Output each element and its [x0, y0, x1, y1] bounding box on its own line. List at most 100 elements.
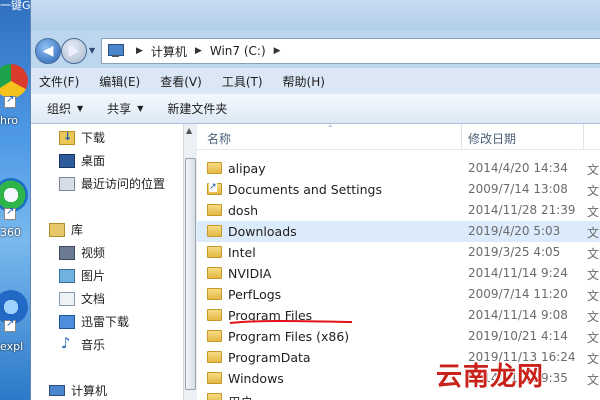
nav-label: 下载 — [81, 131, 106, 145]
file-type: 文 — [587, 373, 600, 387]
file-type: 文 — [587, 163, 600, 177]
documents-icon — [59, 291, 75, 306]
column-header-modified[interactable]: 修改日期 — [468, 130, 516, 147]
shortcut-arrow-icon — [4, 318, 16, 332]
file-name: PerfLogs — [228, 287, 282, 302]
folder-icon — [207, 309, 222, 321]
menu-help[interactable]: 帮助(H) — [283, 73, 325, 90]
breadcrumb-drive-c[interactable]: Win7 (C:) — [210, 44, 266, 58]
dropdown-arrow-icon: ▼ — [137, 104, 144, 113]
nav-item-computer[interactable]: 计算机 — [49, 382, 107, 399]
red-underline-annotation — [229, 320, 353, 324]
nav-item-documents[interactable]: 文档 — [59, 290, 105, 307]
share-button[interactable]: 共享 ▼ — [107, 100, 143, 117]
navigation-pane-scrollbar[interactable]: ▲ — [183, 124, 197, 400]
address-bar[interactable]: ▶ 计算机 ▶ Win7 (C:) ▶ — [101, 38, 600, 64]
explorer-window: ◀ ▶ ▼ ▶ 计算机 ▶ Win7 (C:) ▶ 文件(F) 编辑(E) 查看… — [30, 0, 600, 400]
folder-icon — [207, 372, 222, 384]
nav-label: 库 — [71, 223, 84, 237]
nav-item-videos[interactable]: 视频 — [59, 244, 105, 261]
file-type: 文 — [587, 226, 600, 240]
file-type: 文 — [587, 352, 600, 366]
menu-file[interactable]: 文件(F) — [39, 73, 79, 90]
file-name: Program Files (x86) — [228, 329, 350, 344]
nav-item-xunlei-downloads[interactable]: 迅雷下载 — [59, 313, 129, 330]
shortcut-arrow-icon — [4, 94, 16, 108]
file-name: NVIDIA — [228, 266, 272, 281]
back-button[interactable]: ◀ — [35, 38, 61, 64]
breadcrumb-chevron-icon[interactable]: ▶ — [136, 46, 143, 56]
nav-item-libraries[interactable]: 库 — [49, 221, 83, 238]
organize-button[interactable]: 组织 ▼ — [47, 100, 83, 117]
file-row[interactable]: Intel 2019/3/25 4:05 文 — [197, 242, 600, 263]
file-type: 文 — [587, 247, 600, 261]
file-type: 文 — [587, 289, 600, 303]
nav-item-recent-places[interactable]: 最近访问的位置 — [59, 175, 165, 192]
menu-view[interactable]: 查看(V) — [160, 73, 202, 90]
menu-tools[interactable]: 工具(T) — [222, 73, 263, 90]
scroll-up-arrow-icon[interactable]: ▲ — [186, 126, 192, 135]
breadcrumb-computer[interactable]: 计算机 — [151, 43, 187, 60]
scrollbar-thumb[interactable] — [185, 158, 196, 390]
nav-label: 迅雷下载 — [81, 315, 130, 329]
sort-caret-icon: ⌃ — [327, 124, 334, 133]
nav-label: 文档 — [81, 292, 106, 306]
column-divider[interactable] — [461, 124, 462, 150]
menu-edit[interactable]: 编辑(E) — [99, 73, 140, 90]
file-type: 文 — [587, 205, 600, 219]
folder-icon — [207, 393, 222, 400]
file-date: 2019/10/21 4:14 — [468, 329, 568, 343]
breadcrumb-chevron-icon[interactable]: ▶ — [195, 46, 202, 56]
window-titlebar[interactable] — [31, 0, 600, 30]
file-row[interactable]: Documents and Settings 2009/7/14 13:08 文 — [197, 179, 600, 200]
nav-item-music[interactable]: 音乐 — [59, 334, 105, 353]
folder-icon — [207, 351, 222, 363]
file-name: 用户 — [228, 392, 253, 400]
history-dropdown-icon[interactable]: ▼ — [89, 46, 95, 55]
new-folder-button[interactable]: 新建文件夹 — [167, 100, 227, 117]
nav-label: 视频 — [81, 246, 106, 260]
new-folder-label: 新建文件夹 — [167, 102, 228, 116]
file-row[interactable]: dosh 2014/11/28 21:39 文 — [197, 200, 600, 221]
share-label: 共享 — [107, 102, 132, 116]
dropdown-arrow-icon: ▼ — [77, 104, 84, 113]
file-type: 文 — [587, 331, 600, 345]
desktop-label-360: 360 — [0, 226, 21, 239]
file-type: 文 — [587, 184, 600, 198]
forward-button[interactable]: ▶ — [61, 38, 87, 64]
nav-item-desktop[interactable]: 桌面 — [59, 152, 105, 169]
file-date: 2014/4/20 14:34 — [468, 161, 568, 175]
nav-item-downloads[interactable]: 下载 — [59, 129, 105, 146]
column-header-row: ⌃ 名称 修改日期 — [197, 124, 600, 150]
file-date: 2014/11/28 21:39 — [468, 203, 576, 217]
desktop-label-chrome: hro — [0, 114, 18, 127]
navigation-pane[interactable]: 下载 桌面 最近访问的位置 库 视频 图片 文档 迅雷下载 音乐 计算机 — [31, 124, 183, 400]
file-row-selected[interactable]: Downloads 2019/4/20 5:03 文 — [197, 221, 600, 242]
file-date: 2014/11/14 9:24 — [468, 266, 568, 280]
column-header-name[interactable]: 名称 — [207, 130, 231, 147]
xunlei-icon — [59, 314, 75, 329]
file-name: dosh — [228, 203, 259, 218]
file-row[interactable]: Program Files (x86) 2019/10/21 4:14 文 — [197, 326, 600, 347]
file-name: ProgramData — [228, 350, 311, 365]
column-divider[interactable] — [583, 124, 584, 150]
file-row[interactable]: PerfLogs 2009/7/14 11:20 文 — [197, 284, 600, 305]
nav-label: 最近访问的位置 — [81, 177, 166, 191]
watermark-logo: 云南龙网 — [436, 362, 545, 392]
library-icon — [49, 222, 65, 237]
pictures-icon — [59, 268, 75, 283]
desktop-icon — [59, 153, 75, 168]
nav-label: 计算机 — [71, 384, 108, 398]
computer-icon — [49, 385, 65, 396]
file-name: Documents and Settings — [228, 182, 383, 197]
desktop-label-explorer: expl — [0, 340, 24, 353]
computer-icon — [108, 44, 124, 58]
nav-item-pictures[interactable]: 图片 — [59, 267, 105, 284]
chrome-desktop-icon[interactable] — [0, 64, 28, 98]
folder-shortcut-icon — [207, 183, 222, 195]
folder-icon — [207, 162, 222, 174]
file-row[interactable]: alipay 2014/4/20 14:34 文 — [197, 158, 600, 179]
breadcrumb-chevron-icon[interactable]: ▶ — [274, 46, 281, 56]
desktop-background: 一键GHOST hro 360 expl — [0, 0, 61, 400]
file-row[interactable]: NVIDIA 2014/11/14 9:24 文 — [197, 263, 600, 284]
